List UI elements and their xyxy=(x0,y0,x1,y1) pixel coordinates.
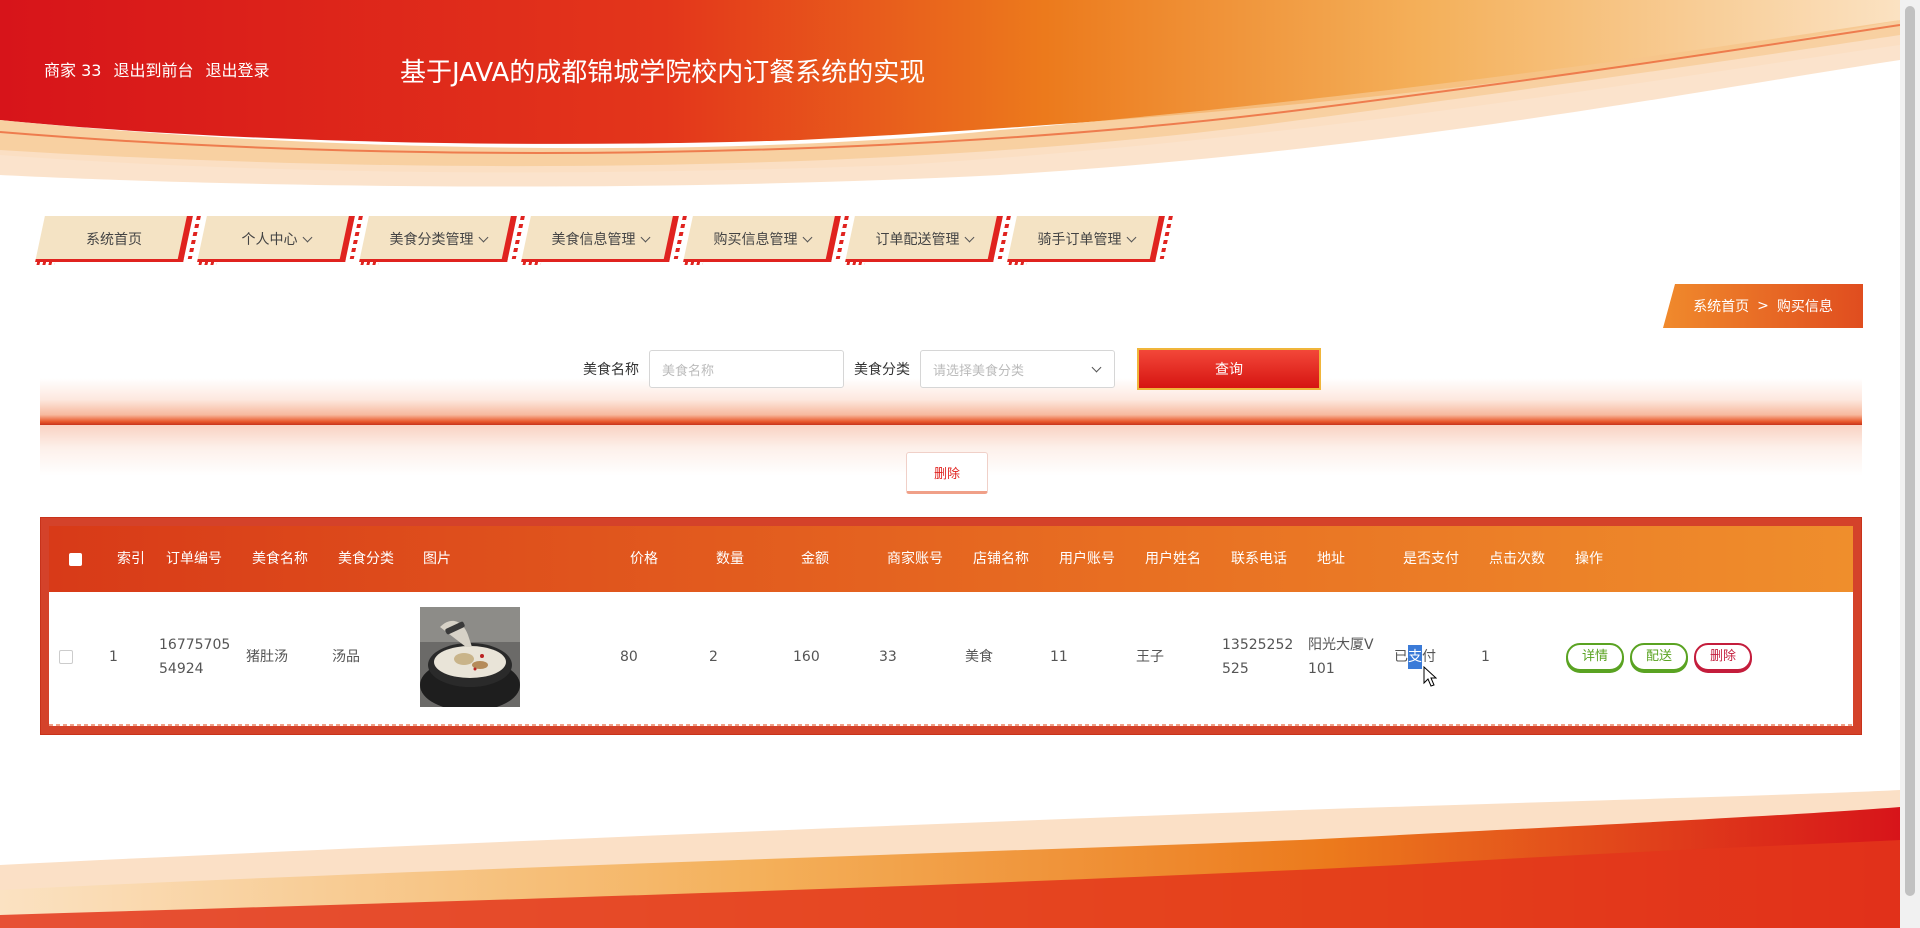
breadcrumb-home[interactable]: 系统首页 xyxy=(1693,296,1749,316)
category-select[interactable]: 请选择美食分类 xyxy=(920,350,1115,388)
cell-address: 阳光大厦V 101 xyxy=(1308,637,1374,677)
top-user-bar: 商家 33 退出到前台 退出登录 xyxy=(44,57,269,81)
chevron-down-icon xyxy=(802,232,812,242)
header-food-name: 美食名称 xyxy=(252,551,308,567)
chevron-down-icon xyxy=(1126,232,1136,242)
header-image: 图片 xyxy=(423,551,451,567)
nav-label: 购买信息管理 xyxy=(713,232,798,248)
cell-amount: 160 xyxy=(793,649,820,665)
select-all-checkbox[interactable] xyxy=(69,526,82,592)
header-user-account: 用户账号 xyxy=(1059,551,1115,567)
cell-paid: 已支付 xyxy=(1394,592,1436,722)
header-shop-name: 店铺名称 xyxy=(973,551,1029,567)
cell-user-account: 11 xyxy=(1050,649,1068,665)
breadcrumb: 系统首页 > 购买信息 xyxy=(1663,284,1863,328)
nav-label: 订单配送管理 xyxy=(875,232,960,248)
header-actions: 操作 xyxy=(1575,551,1603,567)
category-placeholder: 请选择美食分类 xyxy=(933,363,1025,379)
nav-food-category[interactable]: 美食分类管理 xyxy=(359,216,517,262)
header-index: 索引 xyxy=(117,551,145,567)
chevron-down-icon xyxy=(302,232,312,242)
header-address: 地址 xyxy=(1317,551,1345,567)
paid-text-selected: 支 xyxy=(1408,645,1422,669)
breadcrumb-current: 购买信息 xyxy=(1776,299,1833,315)
cell-user-name: 王子 xyxy=(1136,649,1164,665)
nav-rider-orders[interactable]: 骑手订单管理 xyxy=(1007,216,1165,262)
cell-order-no: 16775705 54924 xyxy=(159,637,231,677)
header-paid: 是否支付 xyxy=(1403,551,1459,567)
cell-image[interactable] xyxy=(420,592,520,722)
nav-label: 系统首页 xyxy=(86,232,142,248)
header-amount: 金额 xyxy=(801,551,829,567)
search-form: 美食名称 美食名称 美食分类 请选择美食分类 查询 xyxy=(583,348,1321,390)
row-checkbox[interactable] xyxy=(59,592,73,722)
merchant-label: 商家 33 xyxy=(44,61,102,80)
cell-actions: 详情 配送 删除 xyxy=(1566,592,1758,722)
delete-row-button[interactable]: 删除 xyxy=(1694,643,1753,671)
header-merchant-account: 商家账号 xyxy=(887,551,943,567)
chevron-down-icon xyxy=(640,232,650,242)
cell-quantity: 2 xyxy=(709,649,718,665)
logout-link[interactable]: 退出登录 xyxy=(205,57,269,81)
footer-banner xyxy=(0,790,1900,928)
cell-price: 80 xyxy=(620,649,638,665)
cell-shop-name: 美食 xyxy=(965,649,993,665)
nav-label: 个人中心 xyxy=(241,232,298,248)
header-clicks: 点击次数 xyxy=(1489,551,1545,567)
page-scrollbar[interactable] xyxy=(1900,0,1920,928)
table-header: 索引 订单编号 美食名称 美食分类 图片 价格 数量 金额 商家账号 店铺名称 … xyxy=(49,526,1853,592)
header-user-name: 用户姓名 xyxy=(1145,551,1201,567)
site-title: 基于JAVA的成都锦城学院校内订餐系统的实现 xyxy=(400,58,926,88)
chevron-down-icon xyxy=(1091,362,1102,373)
nav-order-delivery[interactable]: 订单配送管理 xyxy=(845,216,1003,262)
cell-clicks: 1 xyxy=(1481,649,1490,665)
purchase-table: 索引 订单编号 美食名称 美食分类 图片 价格 数量 金额 商家账号 店铺名称 … xyxy=(40,517,1862,735)
nav-label: 美食信息管理 xyxy=(551,232,636,248)
nav-home[interactable]: 系统首页 xyxy=(35,216,193,262)
table-row: 1 16775705 54924 猪肚汤 汤品 80 2 160 33 美食 1… xyxy=(49,592,1853,722)
cell-category: 汤品 xyxy=(332,649,360,665)
header-price: 价格 xyxy=(630,551,658,567)
mouse-cursor-icon xyxy=(1423,666,1437,687)
table-bottom-border xyxy=(49,724,1853,726)
header-order-no: 订单编号 xyxy=(166,551,222,567)
cell-phone: 13525252 525 xyxy=(1222,637,1294,677)
nav-label: 美食分类管理 xyxy=(389,232,474,248)
header-phone: 联系电话 xyxy=(1231,551,1287,567)
food-name-input[interactable]: 美食名称 xyxy=(649,350,844,388)
nav-personal-center[interactable]: 个人中心 xyxy=(197,216,355,262)
batch-delete-button[interactable]: 删除 xyxy=(906,452,988,494)
cell-food-name: 猪肚汤 xyxy=(246,649,288,665)
cell-index: 1 xyxy=(109,649,118,665)
header-category: 美食分类 xyxy=(338,551,394,567)
nav-label: 骑手订单管理 xyxy=(1037,232,1122,248)
main-nav: 系统首页 个人中心 美食分类管理 美食信息管理 购买信息管理 订单配送管理 骑手… xyxy=(35,216,1165,262)
deliver-button[interactable]: 配送 xyxy=(1630,643,1689,671)
food-image xyxy=(420,607,520,707)
paid-text-prefix: 已 xyxy=(1394,649,1408,665)
food-name-placeholder: 美食名称 xyxy=(662,363,715,379)
header-banner xyxy=(0,0,1900,195)
detail-button[interactable]: 详情 xyxy=(1566,643,1625,671)
category-label: 美食分类 xyxy=(854,362,910,378)
header-quantity: 数量 xyxy=(716,551,744,567)
chevron-down-icon xyxy=(478,232,488,242)
chevron-down-icon xyxy=(964,232,974,242)
food-name-label: 美食名称 xyxy=(583,362,639,378)
breadcrumb-separator: > xyxy=(1757,298,1769,314)
query-button[interactable]: 查询 xyxy=(1137,348,1321,390)
scrollbar-thumb[interactable] xyxy=(1905,6,1915,896)
cell-merchant-account: 33 xyxy=(879,649,897,665)
nav-food-info[interactable]: 美食信息管理 xyxy=(521,216,679,262)
nav-purchase-info[interactable]: 购买信息管理 xyxy=(683,216,841,262)
exit-to-front-link[interactable]: 退出到前台 xyxy=(113,57,193,81)
